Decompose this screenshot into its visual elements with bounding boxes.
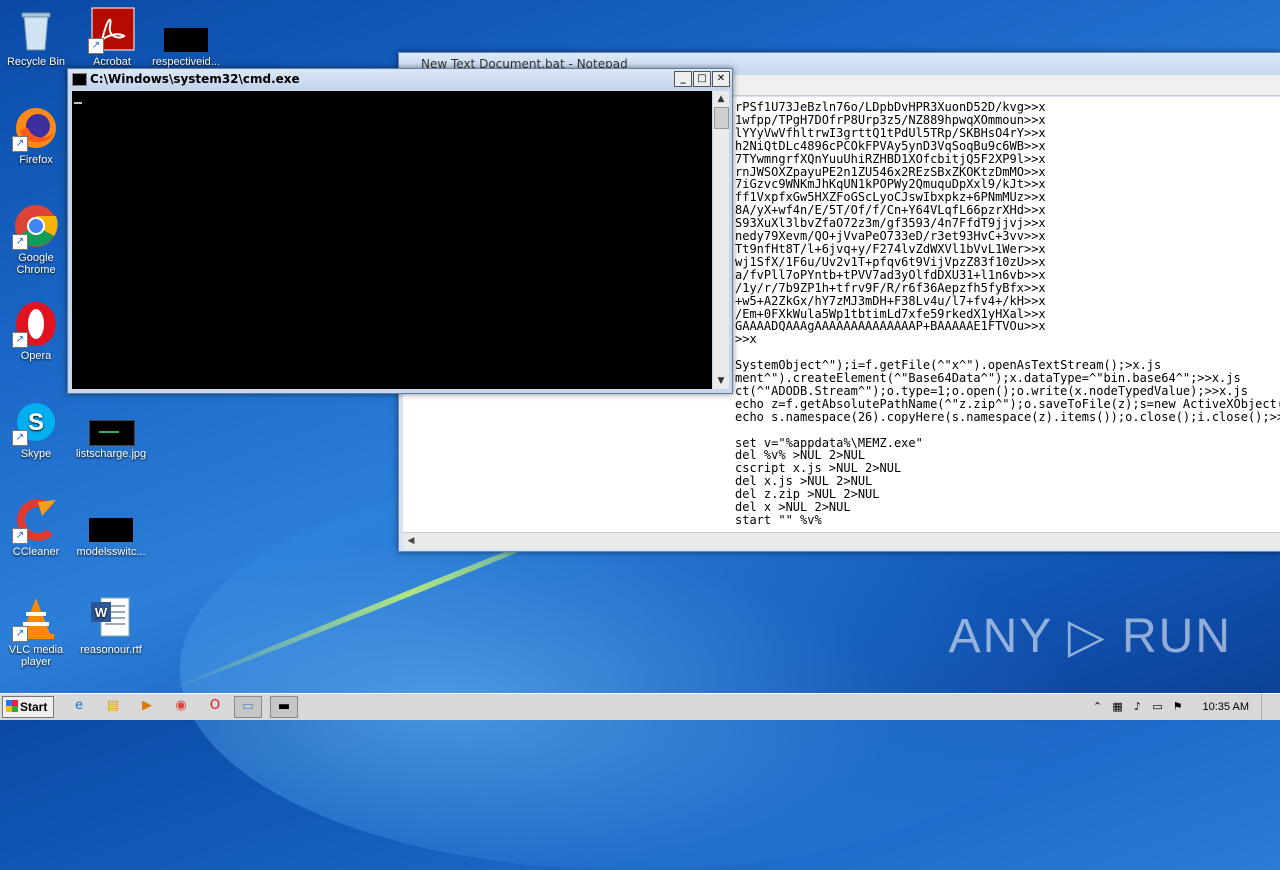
shortcut-arrow-icon: ↗ [12,626,28,642]
taskbar: Start e ▤ ▶ ◉ O ▭ ▬ ⌃ ▦ ♪ ▭ ⚑ 10:35 AM [0,693,1280,720]
notepad-content: rPSf1U73JeBzln76o/LDpbDvHPR3XuonD52D/kvg… [735,100,1280,527]
desktop-icon-recycle-bin[interactable]: Recycle Bin [0,6,72,68]
desktop-icon-label: modelsswitc... [76,546,146,558]
scroll-left-icon[interactable]: ◀ [403,533,419,549]
desktop-icon-reasonour[interactable]: W reasonour.rtf [74,594,148,656]
desktop-icon-respectiveid[interactable]: respectiveid... [150,6,222,68]
shortcut-arrow-icon: ↗ [12,136,28,152]
chrome-taskbar-icon[interactable]: ◉ [168,696,194,716]
shortcut-arrow-icon: ↗ [12,332,28,348]
desktop-icon-label: listscharge.jpg [75,448,147,460]
power-icon[interactable]: ▭ [1151,700,1165,714]
scroll-thumb[interactable] [714,107,729,129]
desktop-icon-opera[interactable]: ↗ Opera [0,300,72,362]
show-desktop-button[interactable] [1261,694,1270,720]
black-thumbnail-icon [87,496,135,544]
image-file-icon [87,398,135,446]
recycle-bin-icon [12,6,60,54]
desktop-icon-label: VLC media player [8,644,64,668]
desktop-icon-skype[interactable]: S ↗ Skype [0,398,72,460]
cmd-vertical-scrollbar[interactable]: ▲ ▼ [713,91,729,389]
start-label: Start [20,700,48,714]
ccleaner-icon: ↗ [12,496,60,544]
desktop-icon-label: CCleaner [12,546,60,558]
anyrun-watermark: ANY ▷ RUN [948,610,1232,663]
desktop-icon-label: Acrobat [93,56,131,68]
text-cursor [74,102,82,104]
minimize-button[interactable]: _ [674,71,692,87]
cmd-taskbar-icon[interactable]: ▬ [270,696,298,718]
desktop-icon-label: respectiveid... [152,56,220,68]
desktop-icon-chrome[interactable]: ↗ Google Chrome [0,202,72,276]
black-thumbnail-icon [162,6,210,54]
network-icon[interactable]: ▦ [1111,700,1125,714]
action-center-flag-icon[interactable]: ⚑ [1171,700,1185,714]
windows-logo-icon [6,700,18,712]
word-document-icon: W [87,594,135,642]
desktop-icon-label: Firefox [19,154,53,166]
shortcut-arrow-icon: ↗ [88,38,104,54]
notepad-horizontal-scrollbar[interactable]: ◀ [403,532,1280,549]
cmd-console[interactable] [72,91,712,389]
opera-icon: ↗ [12,300,60,348]
clock[interactable]: 10:35 AM [1203,701,1249,713]
scroll-down-icon[interactable]: ▼ [713,373,729,389]
vlc-icon: ↗ [12,594,60,642]
shortcut-arrow-icon: ↗ [12,528,28,544]
skype-icon: S ↗ [12,398,60,446]
svg-text:S: S [28,409,44,436]
cmd-title: C:\Windows\system32\cmd.exe [90,72,300,86]
desktop-icon-label: reasonour.rtf [80,644,142,656]
scroll-up-icon[interactable]: ▲ [713,91,729,107]
desktop-icon-modelsswitch[interactable]: modelsswitc... [74,496,148,558]
shortcut-arrow-icon: ↗ [12,234,28,250]
window-controls: _ □ ✕ [674,71,730,87]
close-button[interactable]: ✕ [712,71,730,87]
notepad-taskbar-icon[interactable]: ▭ [234,696,262,718]
explorer-icon[interactable]: ▤ [100,696,126,716]
ie-icon[interactable]: e [66,696,92,716]
show-hidden-icons-icon[interactable]: ⌃ [1091,700,1105,714]
acrobat-icon: ↗ [88,6,136,54]
shortcut-arrow-icon: ↗ [12,430,28,446]
opera-taskbar-icon[interactable]: O [202,696,228,716]
system-tray: ⌃ ▦ ♪ ▭ ⚑ 10:35 AM [1091,694,1280,720]
desktop-icon-label: Skype [20,448,52,460]
desktop-icon-label: Opera [20,350,52,362]
desktop-icon-label: Recycle Bin [6,56,66,68]
chrome-icon: ↗ [12,202,60,250]
cmd-titlebar[interactable]: C:\Windows\system32\cmd.exe _ □ ✕ [68,69,732,89]
start-button[interactable]: Start [2,696,54,718]
desktop-icon-label: Google Chrome [16,252,56,276]
cmd-icon [72,73,87,86]
svg-text:W: W [95,605,108,620]
desktop-icon-listscharge[interactable]: listscharge.jpg [74,398,148,460]
cmd-window[interactable]: C:\Windows\system32\cmd.exe _ □ ✕ ▲ ▼ [67,68,733,394]
media-player-icon[interactable]: ▶ [134,696,160,716]
desktop-icon-firefox[interactable]: ↗ Firefox [0,104,72,166]
firefox-icon: ↗ [12,104,60,152]
maximize-button[interactable]: □ [693,71,711,87]
desktop-icon-ccleaner[interactable]: ↗ CCleaner [0,496,72,558]
volume-icon[interactable]: ♪ [1131,700,1145,714]
desktop-icon-acrobat[interactable]: ↗ Acrobat [76,6,148,68]
desktop-icon-vlc[interactable]: ↗ VLC media player [0,594,72,668]
